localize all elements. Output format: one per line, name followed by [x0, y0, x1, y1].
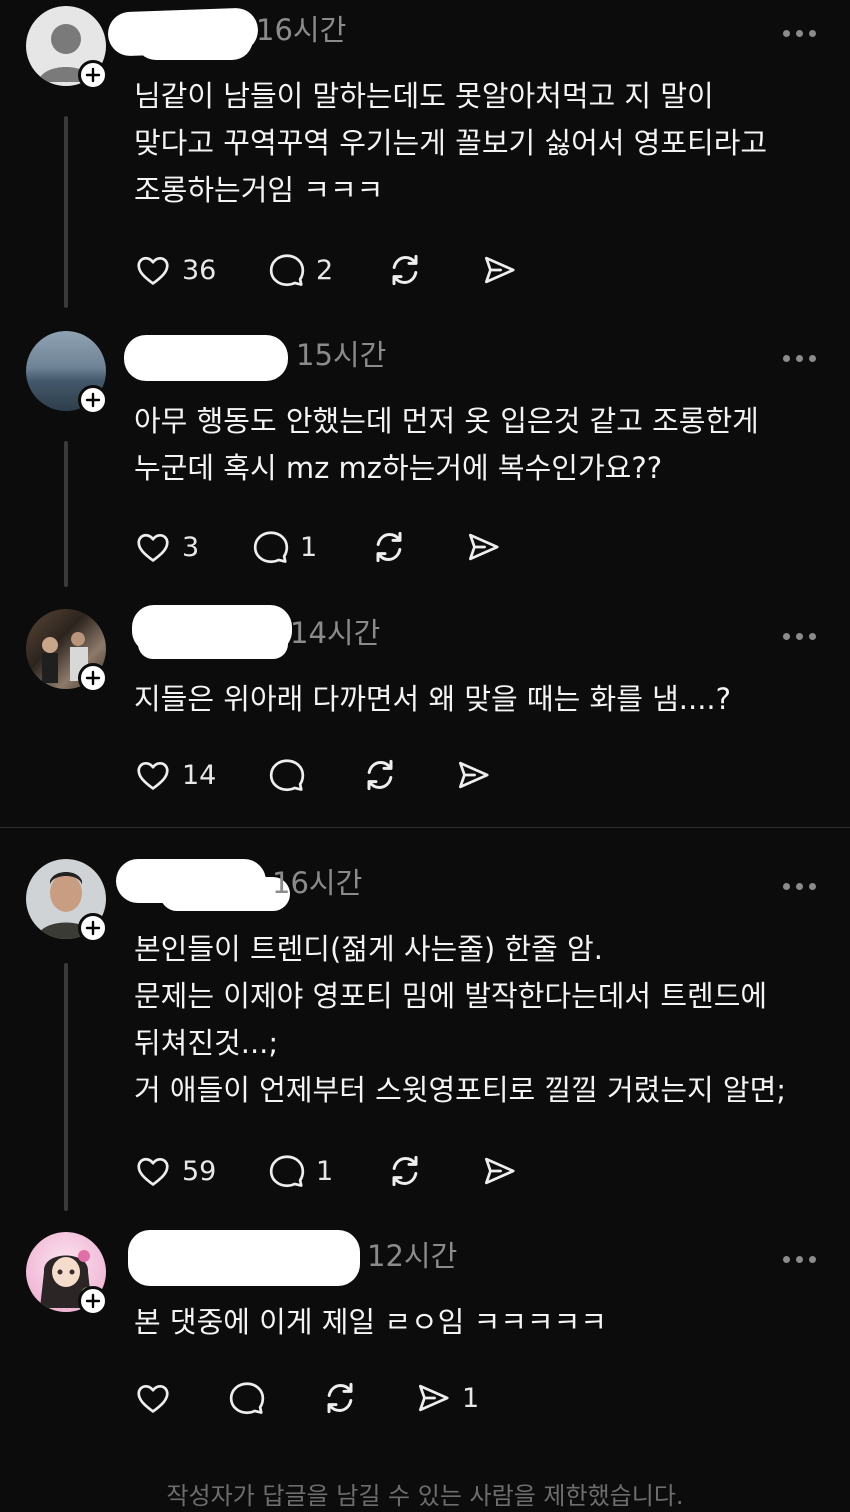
more-dots-icon[interactable] [783, 883, 816, 890]
share-button[interactable] [480, 1149, 528, 1193]
repost-button[interactable] [369, 525, 419, 569]
share-button[interactable]: 1 [414, 1376, 479, 1420]
reply-count: 1 [316, 1155, 334, 1187]
heart-icon [137, 256, 169, 285]
like-count: 59 [182, 1155, 217, 1187]
follow-plus-icon[interactable] [78, 385, 108, 415]
comment-bubble-icon [229, 1382, 265, 1415]
comment-bubble-icon [253, 531, 289, 564]
share-button[interactable] [454, 753, 502, 797]
reply-count: 2 [316, 254, 334, 286]
share-button[interactable] [480, 248, 528, 292]
post-time: 14시간 [290, 616, 381, 650]
more-dots-icon[interactable] [783, 633, 816, 640]
comment-text: 지들은 위아래 다까면서 왜 맞을 때는 화를 냄....? [134, 682, 732, 716]
comment-text: 본인들이 트렌디(젊게 사는줄) 한줄 암. 문제는 이제야 영포티 밈에 발작… [134, 932, 787, 1107]
send-icon [458, 761, 489, 789]
repost-icon [392, 254, 418, 286]
username-redaction [124, 335, 288, 381]
follow-plus-icon[interactable] [78, 60, 108, 90]
reply-restriction-notice: 작성자가 답글을 남길 수 있는 사람을 제한했습니다. [166, 1482, 684, 1510]
repost-icon [327, 1382, 353, 1414]
heart-icon [137, 761, 169, 790]
username-redaction [160, 877, 290, 911]
like-button[interactable]: 59 [134, 1149, 216, 1193]
comment-text: 아무 행동도 안했는데 먼저 옷 입은것 같고 조롱한게 누군데 혹시 mz m… [134, 404, 759, 485]
thread-line [64, 116, 68, 308]
post-time: 12시간 [367, 1239, 458, 1273]
heart-icon [137, 533, 169, 562]
repost-button[interactable] [385, 248, 435, 292]
heart-icon [137, 1157, 169, 1186]
repost-button[interactable] [360, 753, 410, 797]
repost-icon [392, 1155, 418, 1187]
send-icon [484, 1157, 515, 1185]
comment-text: 님같이 남들이 말하는데도 못알아처먹고 지 말이 맞다고 꾸역꾸역 우기는게 … [134, 79, 768, 207]
username-redaction [138, 629, 288, 659]
post-time: 16시간 [256, 13, 347, 47]
reply-count: 1 [300, 531, 318, 563]
like-button[interactable]: 3 [134, 525, 199, 569]
comment-text: 본 댓중에 이게 제일 ㄹㅇ임 ㅋㅋㅋㅋㅋ [134, 1305, 607, 1339]
post-time: 15시간 [296, 338, 387, 372]
follow-plus-icon[interactable] [78, 663, 108, 693]
repost-button[interactable] [320, 1376, 370, 1420]
like-button[interactable]: 36 [134, 248, 216, 292]
like-count: 3 [182, 531, 200, 563]
thread-line [64, 963, 68, 1211]
comment-bubble-icon [269, 759, 305, 792]
reply-button[interactable]: 1 [252, 525, 317, 569]
like-button[interactable] [134, 1376, 182, 1420]
username-redaction [128, 1230, 360, 1286]
follow-plus-icon[interactable] [78, 913, 108, 943]
more-dots-icon[interactable] [783, 1256, 816, 1263]
like-count: 36 [182, 254, 217, 286]
like-count: 14 [182, 759, 217, 791]
comment-bubble-icon [269, 254, 305, 287]
heart-icon [137, 1384, 169, 1413]
comment-bubble-icon [269, 1155, 305, 1188]
like-button[interactable]: 14 [134, 753, 216, 797]
repost-icon [376, 531, 402, 563]
reply-button[interactable] [228, 1376, 276, 1420]
send-icon [484, 256, 515, 284]
thread-line [64, 441, 68, 587]
repost-button[interactable] [385, 1149, 435, 1193]
reply-button[interactable] [268, 753, 316, 797]
repost-icon [367, 759, 393, 791]
thread-divider [0, 827, 850, 828]
follow-plus-icon[interactable] [78, 1286, 108, 1316]
username-redaction [135, 18, 253, 60]
more-dots-icon[interactable] [783, 355, 816, 362]
more-dots-icon[interactable] [783, 30, 816, 37]
reply-button[interactable]: 2 [268, 248, 333, 292]
share-button[interactable] [464, 525, 512, 569]
send-icon [418, 1384, 449, 1412]
send-icon [468, 533, 499, 561]
share-count: 1 [462, 1382, 480, 1414]
post-time: 16시간 [272, 866, 363, 900]
reply-button[interactable]: 1 [268, 1149, 333, 1193]
